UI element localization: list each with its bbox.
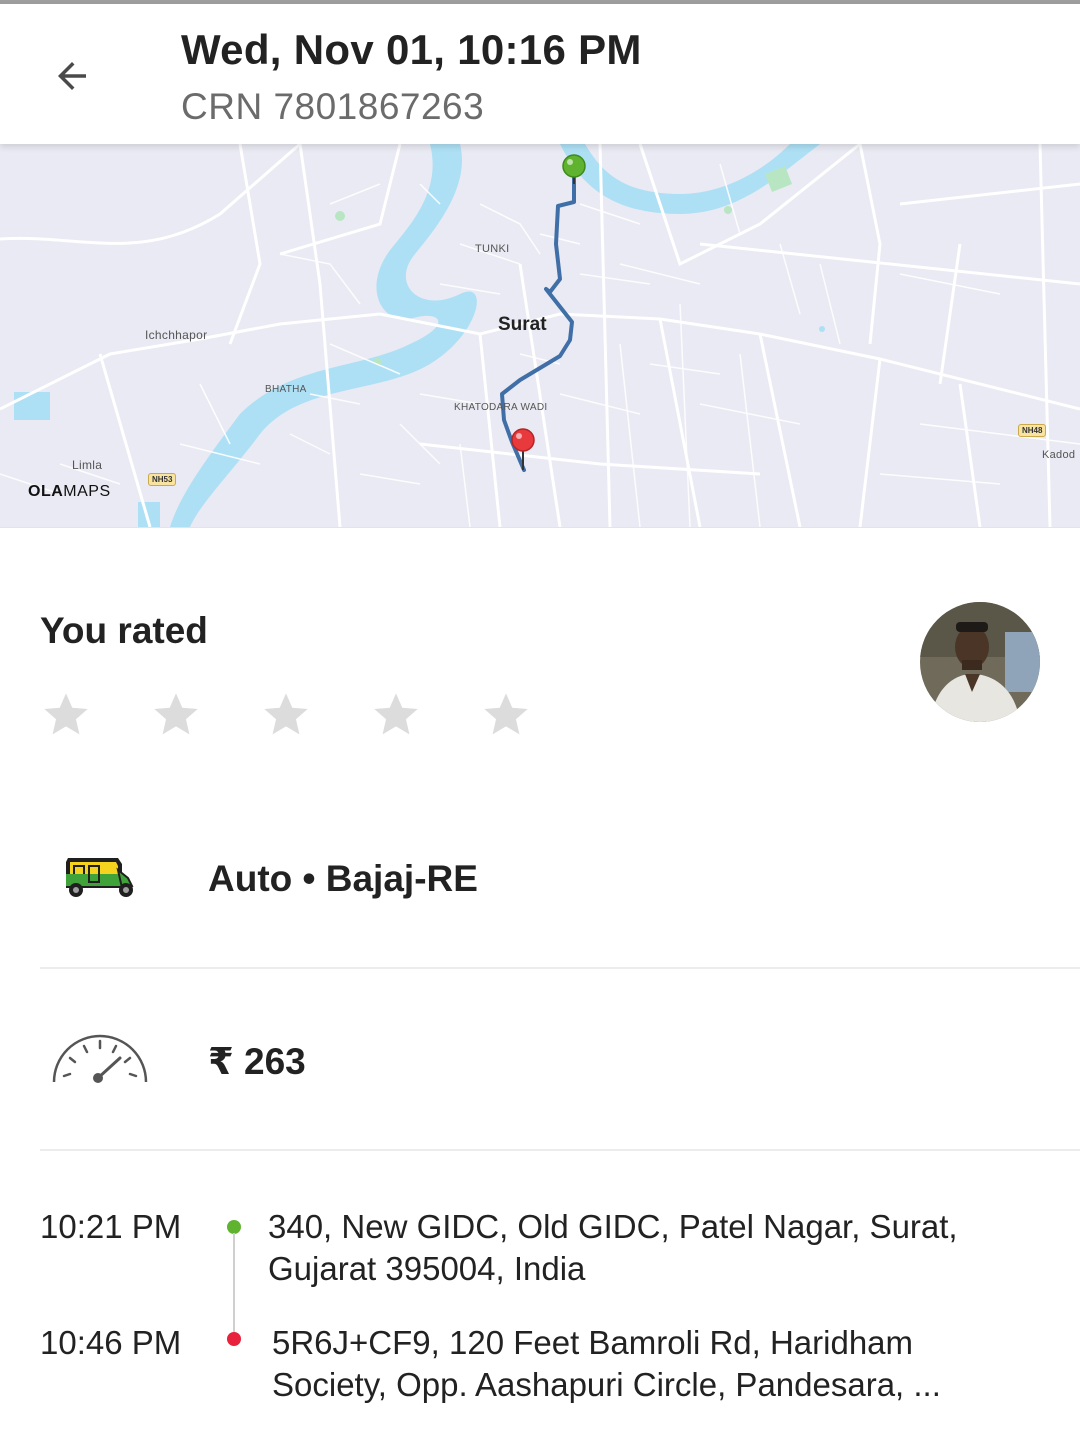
fare-amount: ₹ 263 — [208, 1041, 306, 1082]
section-divider-2 — [40, 1149, 1080, 1151]
map-label-khatodara: KHATODARA WADI — [454, 402, 548, 413]
star-icon-5[interactable] — [480, 688, 532, 740]
drop-address-line1: 5R6J+CF9, 120 Feet Bamroli Rd, Haridham — [272, 1324, 914, 1361]
pickup-address: 340, New GIDC, Old GIDC, Patel Nagar, Su… — [268, 1206, 1058, 1290]
speedometer-icon — [52, 1034, 148, 1083]
arrow-left-icon — [58, 62, 86, 90]
map-label-ichchhapor: Ichchhapor — [145, 328, 208, 342]
drop-dot-icon — [227, 1332, 241, 1346]
ride-header: Wed, Nov 01, 10:16 PM CRN 7801867263 — [0, 4, 1080, 144]
map-city-label: Surat — [498, 314, 547, 335]
star-icon-2[interactable] — [150, 688, 202, 740]
highway-shield-nh48: NH48 — [1018, 424, 1047, 437]
auto-rickshaw-icon — [66, 858, 134, 897]
map-label-limla: Limla — [72, 458, 103, 472]
pickup-address-line2: Gujarat 395004, India — [268, 1250, 586, 1287]
map-label-tunki: TUNKI — [475, 243, 510, 255]
star-icon-4[interactable] — [370, 688, 422, 740]
star-icon-3[interactable] — [260, 688, 312, 740]
route-connector-line — [233, 1233, 235, 1333]
route-map[interactable]: TUNKI Surat Ichchhapor BHATHA KHATODARA … — [0, 144, 1080, 527]
rating-title: You rated — [40, 610, 208, 651]
drop-address-line2: Society, Opp. Aashapuri Circle, Pandesar… — [272, 1366, 941, 1403]
drop-address: 5R6J+CF9, 120 Feet Bamroli Rd, Haridham … — [272, 1322, 1062, 1406]
drop-time: 10:46 PM — [40, 1324, 182, 1361]
star-icon-1[interactable] — [40, 688, 92, 740]
driver-avatar — [920, 602, 1040, 722]
pickup-dot-icon — [227, 1220, 241, 1234]
vehicle-type: Auto • Bajaj-RE — [208, 858, 478, 899]
crn-number[interactable]: CRN 7801867263 — [181, 86, 484, 128]
ola-maps-logo: OLAMAPS — [28, 483, 111, 500]
map-label-bhatha: BHATHA — [265, 384, 307, 395]
back-button[interactable] — [36, 40, 108, 112]
pickup-time: 10:21 PM — [40, 1208, 182, 1245]
map-divider — [0, 527, 1080, 528]
section-divider-1 — [40, 967, 1080, 969]
ride-datetime: Wed, Nov 01, 10:16 PM — [181, 26, 642, 73]
highway-shield-nh53: NH53 — [148, 473, 177, 486]
map-label-kadod: Kadod — [1042, 449, 1076, 461]
pickup-address-line1: 340, New GIDC, Old GIDC, Patel Nagar, Su… — [268, 1208, 958, 1245]
star-rating[interactable] — [40, 688, 532, 740]
